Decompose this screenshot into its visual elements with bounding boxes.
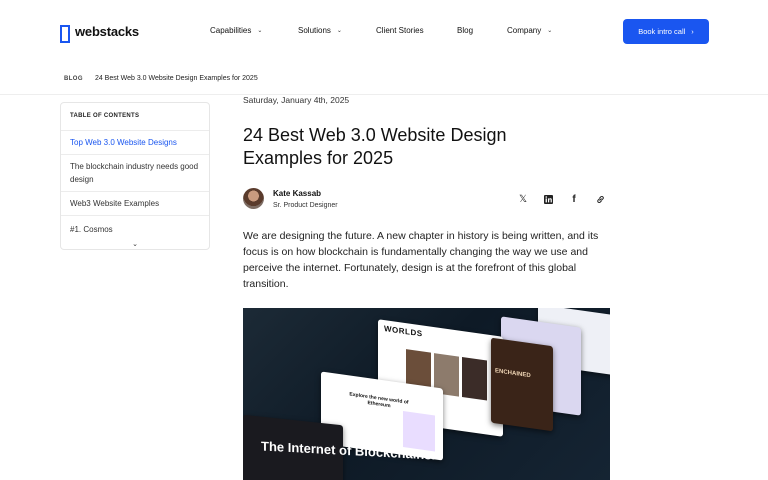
site-header: webstacks Capabilities ⌄ Solutions ⌄ Cli… — [0, 0, 768, 64]
author-role: Sr. Product Designer — [273, 201, 338, 209]
breadcrumb-blog-link[interactable]: BLOG — [64, 76, 83, 82]
nav-label: Capabilities — [210, 26, 252, 35]
chevron-down-icon: ⌄ — [132, 241, 138, 248]
nav-item-solutions[interactable]: Solutions ⌄ — [298, 26, 342, 35]
chevron-down-icon: ⌄ — [336, 28, 342, 34]
toc-item[interactable]: The blockchain industry needs good desig… — [61, 155, 209, 192]
toc-item[interactable]: #1. Cosmos — [61, 216, 209, 236]
toc-expand-button[interactable]: ⌄ — [61, 236, 209, 252]
breadcrumb-current: 24 Best Web 3.0 Website Design Examples … — [94, 75, 258, 82]
hero-image: WORLDS ENCHAINED Explore the new world o… — [243, 308, 610, 480]
author-block: Kate Kassab Sr. Product Designer — [243, 188, 338, 209]
nav-label: Company — [507, 26, 542, 35]
book-intro-call-button[interactable]: Book intro call › — [623, 19, 709, 44]
author-info: Kate Kassab Sr. Product Designer — [273, 189, 338, 209]
toc-item[interactable]: Web3 Website Examples — [61, 192, 209, 216]
link-icon[interactable] — [594, 193, 606, 205]
chevron-down-icon: ⌄ — [257, 28, 263, 34]
nav-item-capabilities[interactable]: Capabilities ⌄ — [210, 26, 262, 35]
toc-item[interactable]: Top Web 3.0 Website Designs — [61, 131, 209, 155]
hero-card-label: ENCHAINED — [495, 368, 531, 380]
avatar — [243, 188, 264, 209]
divider — [0, 94, 768, 95]
hero-thumb — [462, 357, 487, 401]
table-of-contents: TABLE OF CONTENTS Top Web 3.0 Website De… — [60, 102, 210, 250]
nav-label: Solutions — [298, 26, 331, 35]
hero-card-label: Explore the new world of Ethereum — [349, 391, 409, 410]
breadcrumb: BLOG 24 Best Web 3.0 Website Design Exam… — [64, 75, 258, 82]
nav-label: Blog — [457, 26, 474, 35]
x-icon[interactable]: 𝕏 — [517, 193, 529, 205]
facebook-icon[interactable]: f — [568, 193, 580, 205]
nav-item-blog[interactable]: Blog — [457, 26, 473, 35]
hero-card-enchained: ENCHAINED — [491, 337, 553, 432]
article-title: 24 Best Web 3.0 Website Design Examples … — [243, 125, 507, 168]
chevron-right-icon: › — [691, 27, 694, 36]
nav-item-client-stories[interactable]: Client Stories — [376, 26, 424, 35]
toc-heading: TABLE OF CONTENTS — [61, 103, 209, 131]
linkedin-icon[interactable] — [542, 193, 554, 205]
nav-label: Client Stories — [376, 26, 424, 35]
publish-date: Saturday, January 4th, 2025 — [243, 95, 350, 105]
hero-card-label: WORLDS — [384, 324, 423, 339]
article-intro: We are designing the future. A new chapt… — [243, 230, 599, 290]
chevron-down-icon: ⌄ — [547, 28, 553, 34]
nav-item-company[interactable]: Company ⌄ — [507, 26, 552, 35]
cta-label: Book intro call — [638, 27, 686, 36]
author-name: Kate Kassab — [273, 188, 322, 198]
